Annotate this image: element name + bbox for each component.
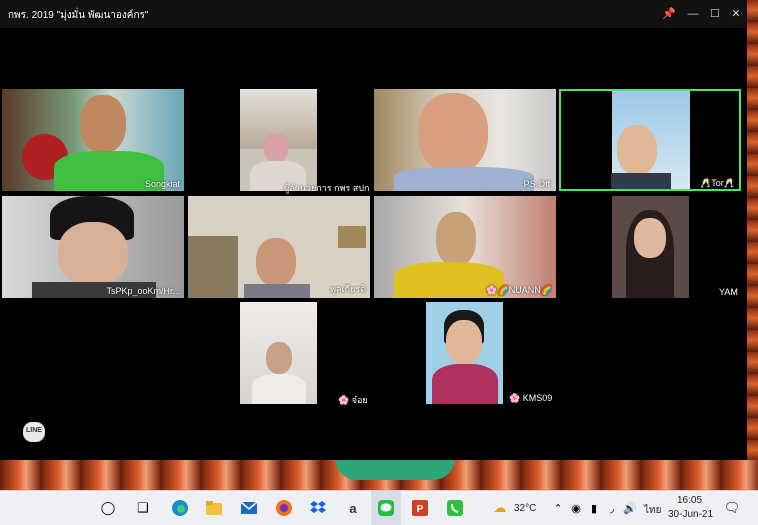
edge-icon[interactable] bbox=[170, 498, 190, 518]
line-icon[interactable] bbox=[376, 498, 396, 518]
line-badge[interactable]: LINE bbox=[23, 422, 45, 442]
participant-tile[interactable]: 🥂Tor🥂 bbox=[559, 89, 741, 191]
person-head bbox=[264, 133, 288, 163]
person-head bbox=[58, 222, 128, 286]
participant-name: 🌸 จ๋อย bbox=[338, 395, 368, 405]
person-body bbox=[252, 374, 306, 404]
chevron-up-icon[interactable]: ⌃ bbox=[548, 498, 568, 518]
participant-tile[interactable]: 🌸🌈NUANN🌈 bbox=[374, 196, 556, 298]
participant-tile[interactable]: Songkiat bbox=[2, 89, 184, 191]
person-head bbox=[266, 342, 292, 374]
mail-icon[interactable] bbox=[239, 498, 259, 518]
participant-tile[interactable] bbox=[612, 196, 689, 298]
participant-tile[interactable]: TsPKp_ooKm/Hr... bbox=[2, 196, 184, 298]
microphone-icon[interactable]: ▮ bbox=[584, 498, 604, 518]
participant-name: พูลเกียรติ bbox=[330, 284, 366, 294]
app-tray-icon[interactable]: ◉ bbox=[566, 498, 586, 518]
shelf bbox=[188, 236, 238, 298]
participant-name: Songkiat bbox=[144, 179, 180, 189]
taskbar: ◯ ❑ a P ☁ 32°C ⌃ ◉ ▮ ◞ 🔊 ไทย 16:05 30-Ju… bbox=[0, 490, 758, 525]
person-head bbox=[256, 238, 296, 286]
weather-icon[interactable]: ☁ bbox=[490, 498, 510, 518]
dropbox-icon[interactable] bbox=[308, 498, 328, 518]
close-button[interactable]: ✕ bbox=[728, 6, 744, 22]
person-head bbox=[617, 125, 657, 175]
person-body bbox=[244, 284, 310, 298]
participant-name: 🥂Tor🥂 bbox=[700, 178, 735, 188]
person-head bbox=[436, 212, 476, 266]
participant-name: ผู้อำนวยการ กพร สปก bbox=[284, 183, 370, 193]
clock-date[interactable]: 30-Jun-21 bbox=[668, 509, 713, 520]
picture-frame bbox=[338, 226, 366, 248]
participant-tile[interactable] bbox=[426, 302, 503, 404]
participant-tile[interactable] bbox=[240, 302, 317, 404]
firefox-icon[interactable] bbox=[274, 498, 294, 518]
participant-tile[interactable] bbox=[240, 89, 317, 191]
phone-icon[interactable] bbox=[445, 498, 465, 518]
participant-name: 🌸 KMS09 bbox=[509, 393, 553, 403]
meeting-window: กพร. 2019 "มุ่งมั่น พัฒนาองค์กร" 📌 — ☐ ✕… bbox=[0, 0, 747, 460]
person-body bbox=[432, 364, 498, 404]
circle-icon[interactable]: ◯ bbox=[98, 498, 118, 518]
participant-tile[interactable]: PS.Off bbox=[374, 89, 556, 191]
participant-name: YAM bbox=[719, 287, 738, 297]
powerpoint-icon[interactable]: P bbox=[410, 498, 430, 518]
person-head bbox=[80, 95, 126, 153]
person-head bbox=[634, 218, 666, 258]
person-head bbox=[418, 93, 488, 173]
notification-icon[interactable]: 🗨 bbox=[722, 498, 742, 518]
window-title: กพร. 2019 "มุ่งมั่น พัฒนาองค์กร" bbox=[8, 10, 149, 21]
person-head bbox=[446, 320, 482, 364]
desktop-wallpaper-edge bbox=[746, 0, 758, 490]
amazon-icon[interactable]: a bbox=[343, 498, 363, 518]
speaker-icon[interactable]: 🔊 bbox=[620, 498, 640, 518]
line-badge-label: LINE bbox=[26, 427, 42, 434]
participant-tile[interactable]: พูลเกียรติ bbox=[188, 196, 370, 298]
folder-icon[interactable] bbox=[204, 498, 224, 518]
person-body bbox=[611, 173, 671, 189]
clock-time[interactable]: 16:05 bbox=[677, 495, 702, 506]
input-language[interactable]: ไทย bbox=[644, 503, 661, 518]
weather-temperature[interactable]: 32°C bbox=[514, 503, 536, 514]
network-icon[interactable]: ◞ bbox=[602, 498, 622, 518]
person-body bbox=[394, 167, 534, 191]
participant-name: PS.Off bbox=[523, 179, 550, 189]
wallpaper-shape bbox=[335, 458, 455, 480]
maximize-button[interactable]: ☐ bbox=[707, 6, 723, 22]
svg-text:P: P bbox=[417, 504, 424, 515]
participant-name: 🌸🌈NUANN🌈 bbox=[486, 285, 552, 295]
participant-name: TsPKp_ooKm/Hr... bbox=[106, 286, 180, 296]
title-bar: กพร. 2019 "มุ่งมั่น พัฒนาองค์กร" 📌 — ☐ ✕ bbox=[0, 0, 747, 28]
pin-icon[interactable]: 📌 bbox=[661, 6, 677, 22]
task-view-icon[interactable]: ❑ bbox=[133, 498, 153, 518]
minimize-button[interactable]: — bbox=[685, 6, 701, 22]
